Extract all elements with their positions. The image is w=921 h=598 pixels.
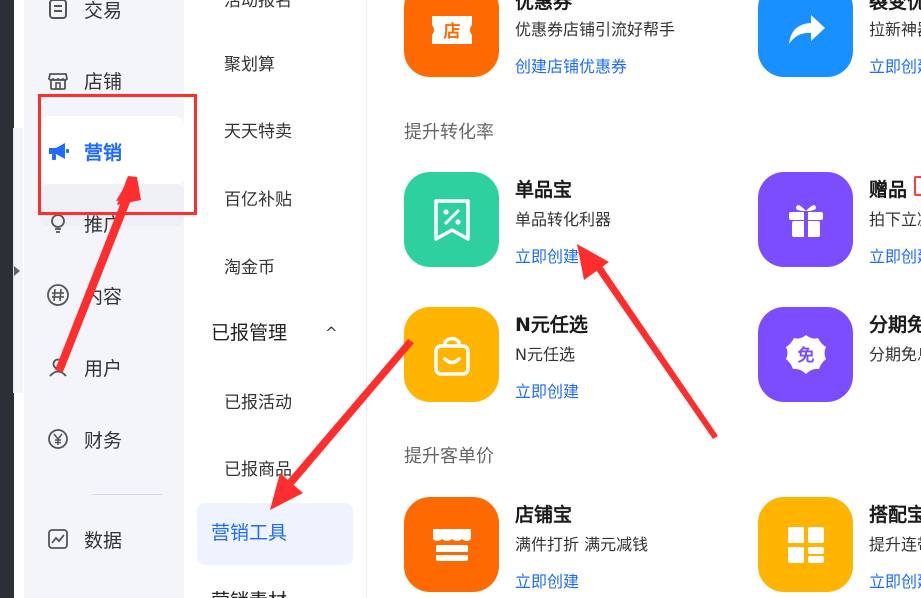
nav-item-content[interactable]: 内容: [46, 277, 122, 313]
card-title: N元任选: [515, 314, 588, 336]
secondary-nav: 活动报名 聚划算 天天特卖 百亿补贴 淘金币 已报管理 ^ 已报活动 已报商品 …: [185, 0, 367, 598]
subnav-item-event-signup[interactable]: 活动报名: [224, 0, 292, 16]
create-link[interactable]: 立即创建: [869, 568, 921, 592]
subnav-group-label: 已报管理: [211, 322, 288, 344]
create-link[interactable]: 立即创建: [515, 378, 579, 402]
storefront-icon: [46, 68, 70, 92]
single-product-card-icon[interactable]: [404, 172, 499, 267]
nav-item-label: 内容: [84, 285, 123, 308]
card-title: 店铺宝: [515, 504, 573, 526]
card-description: 优惠券店铺引流好帮手: [515, 20, 676, 39]
new-badge: [914, 176, 921, 196]
create-link[interactable]: 立即创建: [869, 243, 921, 267]
grid-layout-icon: [787, 526, 824, 563]
free-badge-icon: 免: [785, 334, 826, 374]
create-link[interactable]: 立即创建: [515, 243, 579, 267]
subnav-item-marketing-tools[interactable]: 营销工具: [211, 518, 287, 548]
card-description: 拍下立减: [869, 210, 921, 229]
free-icon-text: 免: [797, 345, 814, 366]
coupon-card-icon[interactable]: 店: [404, 0, 499, 77]
card-description: 拉新神器: [869, 20, 921, 39]
nav-item-data[interactable]: 数据: [46, 521, 122, 557]
nav-divider: [92, 494, 162, 495]
main-content: 店 优惠券 优惠券店铺引流好帮手 创建店铺优惠券 裂变优惠 拉新神器 立即创建 …: [368, 0, 921, 598]
subnav-item-registered-products[interactable]: 已报商品: [224, 455, 292, 485]
create-link[interactable]: 立即创建: [869, 53, 921, 77]
card-description: 单品转化利器: [515, 210, 612, 229]
share-arrow-icon: [788, 14, 825, 44]
nav-item-label: 交易: [84, 0, 123, 22]
yen-icon: [46, 427, 70, 451]
hashtag-icon: [46, 283, 70, 307]
gift-icon: [788, 204, 823, 237]
shopping-bag-icon: [433, 336, 470, 376]
section-title-conversion: 提升转化率: [404, 122, 494, 143]
card-title: 分期免息: [869, 314, 921, 336]
expand-arrow-icon[interactable]: [14, 266, 20, 276]
chevron-up-icon[interactable]: ^: [325, 318, 338, 348]
n-yuan-card-icon[interactable]: [404, 307, 499, 402]
card-description: 提升连带: [869, 535, 921, 554]
nav-item-finance[interactable]: 财务: [46, 421, 122, 457]
primary-nav: 交易 店铺 营销 推广 内容 用户 财务 数据: [24, 0, 184, 598]
bundle-card-icon[interactable]: [758, 497, 853, 592]
create-link[interactable]: 立即创建: [515, 568, 579, 592]
shop-awning-icon: [432, 528, 471, 561]
nav-item-shop[interactable]: 店铺: [46, 62, 122, 98]
subnav-item-registered-events[interactable]: 已报活动: [224, 388, 292, 418]
subnav-item-daily-sale[interactable]: 天天特卖: [224, 117, 292, 147]
chart-icon: [46, 527, 70, 551]
window-edge: [0, 0, 23, 598]
card-description: 分期免息: [869, 345, 921, 364]
subnav-group-registered[interactable]: 已报管理 ^: [211, 318, 338, 348]
card-title: 赠品: [869, 179, 908, 201]
collapse-handle[interactable]: [13, 128, 23, 393]
nav-item-label: 数据: [84, 529, 123, 552]
card-title: 搭配宝: [869, 504, 921, 526]
nav-item-trade[interactable]: 交易: [46, 0, 122, 27]
fission-card-icon[interactable]: [758, 0, 853, 77]
installment-card-icon[interactable]: 免: [758, 307, 853, 402]
gift-card-icon[interactable]: [758, 172, 853, 267]
card-description: N元任选: [515, 345, 575, 364]
subnav-item-subsidy[interactable]: 百亿补贴: [224, 185, 292, 215]
nav-item-label: 店铺: [84, 70, 123, 93]
section-title-avg-price: 提升客单价: [404, 446, 494, 467]
coupon-icon-text: 店: [443, 21, 460, 42]
user-icon: [46, 355, 70, 379]
subnav-item-juhuasuan[interactable]: 聚划算: [224, 50, 275, 80]
nav-item-users[interactable]: 用户: [46, 349, 122, 385]
card-description: 满件打折 满元减钱: [515, 535, 649, 554]
card-title: 单品宝: [515, 179, 573, 201]
card-title: 优惠券: [515, 0, 573, 13]
subnav-item-taojinbi[interactable]: 淘金币: [224, 253, 275, 283]
file-list-icon: [46, 0, 70, 21]
nav-item-label: 用户: [84, 357, 123, 380]
nav-item-label: 财务: [84, 429, 123, 452]
subnav-item-marketing-materials[interactable]: 营销素材: [211, 586, 287, 598]
shop-ticket-icon: 店: [431, 15, 472, 44]
shop-treasure-card-icon[interactable]: [404, 497, 499, 592]
create-coupon-link[interactable]: 创建店铺优惠券: [515, 53, 627, 77]
card-title: 裂变优惠: [869, 0, 921, 13]
highlight-box: [38, 94, 197, 215]
percent-tag-icon: [433, 198, 470, 241]
